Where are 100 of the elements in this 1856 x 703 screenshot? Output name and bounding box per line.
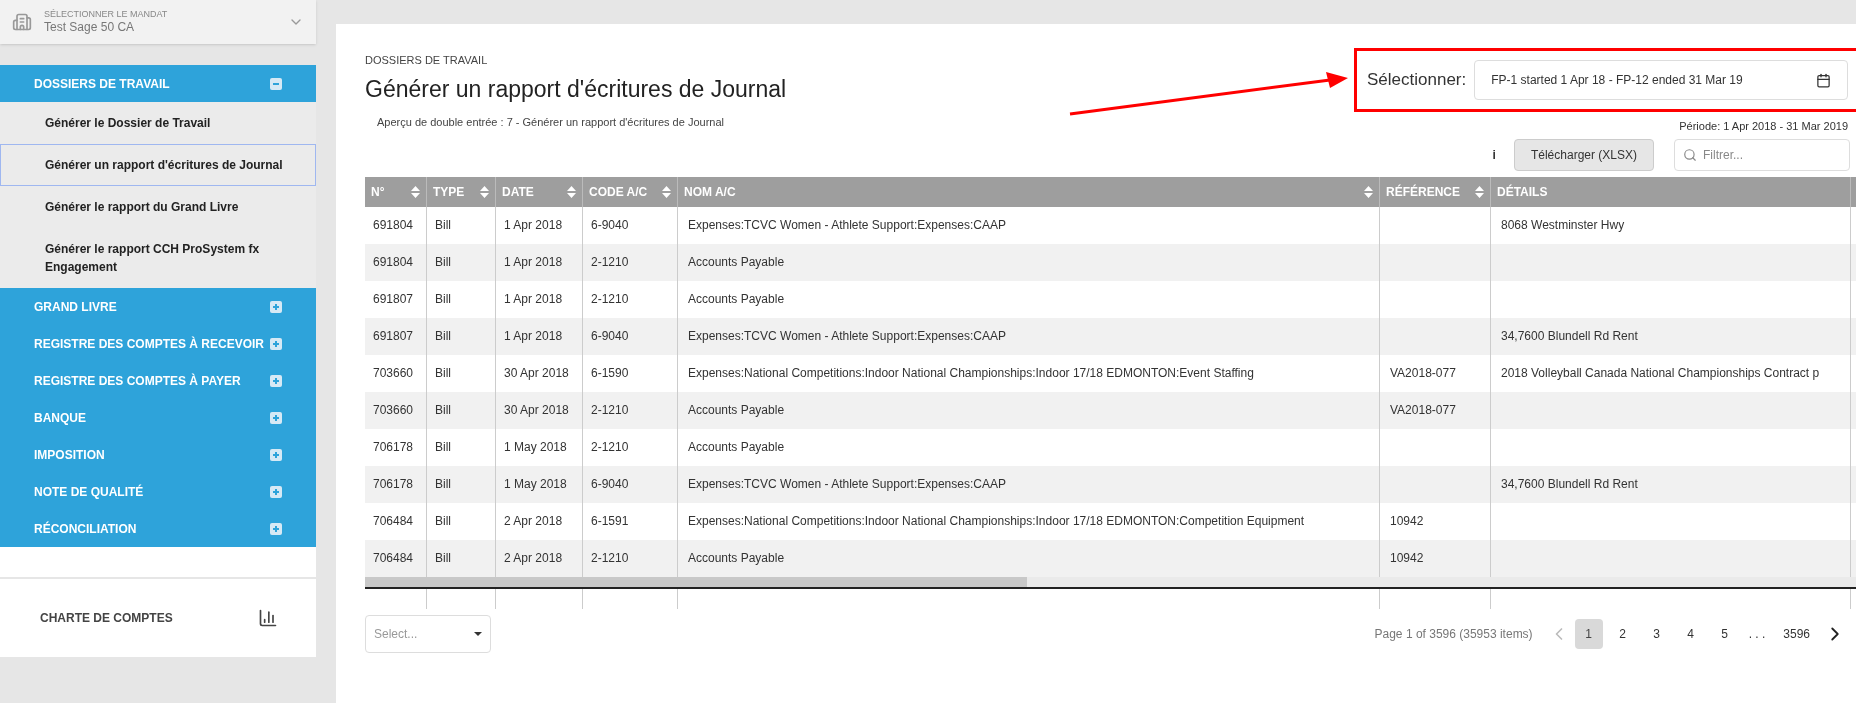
expand-icon[interactable] — [270, 448, 282, 461]
table-cell-text: 703660 — [373, 402, 414, 419]
sort-icon[interactable] — [411, 185, 420, 198]
nav-section[interactable]: REGISTRE DES COMPTES À RECEVOIR — [0, 325, 316, 362]
period-selector[interactable]: FP-1 started 1 Apr 18 - FP-12 ended 31 Mar 19 — [1474, 60, 1848, 100]
table-cell-text: 706178 — [373, 439, 414, 456]
download-button[interactable]: Télécharger (XLSX) — [1513, 138, 1654, 171]
table-cell-text: 34,7600 Blundell Rd Rent — [1501, 328, 1638, 345]
column-header[interactable]: RÉFÉRENCE — [1380, 176, 1491, 207]
sort-icon[interactable] — [1364, 185, 1373, 198]
table-cell-text: 1 May 2018 — [504, 439, 567, 456]
table-cell-text: Bill — [435, 402, 451, 419]
page-ellipsis: . . . — [1747, 625, 1767, 643]
table-cell-text: 706484 — [373, 550, 414, 567]
page-button[interactable]: 3596 — [1775, 618, 1818, 649]
table-cell-text: 703660 — [373, 365, 414, 382]
horizontal-scrollbar[interactable] — [365, 576, 1856, 587]
collapse-icon[interactable] — [270, 77, 282, 90]
table-cell-text: 6-9040 — [591, 476, 629, 493]
table-cell-text: 2-1210 — [591, 291, 629, 308]
table-cell-text: VA2018-077 — [1390, 365, 1456, 382]
table-cell-text: 1 Apr 2018 — [504, 328, 563, 345]
table-cell-text: Expenses:TCVC Women - Athlete Support:Expenses:CAAP — [688, 328, 1006, 345]
table-cell-text: 691804 — [373, 254, 414, 271]
nav-section[interactable]: GRAND LIVRE — [0, 288, 316, 325]
expand-icon[interactable] — [270, 411, 282, 424]
nav-section[interactable]: DOSSIERS DE TRAVAIL — [0, 65, 316, 102]
column-header[interactable]: N° — [365, 176, 427, 207]
table-cell-text: Bill — [435, 254, 451, 271]
table-cell-text: 2 Apr 2018 — [504, 550, 563, 567]
sort-icon[interactable] — [567, 185, 576, 198]
table-cell-text: 8068 Westminster Hwy — [1501, 217, 1625, 234]
table-cell-text: 1 May 2018 — [504, 476, 567, 493]
expand-icon[interactable] — [270, 374, 282, 387]
mandate-value: Test Sage 50 CA — [44, 20, 136, 36]
info-icon[interactable]: i — [1492, 145, 1496, 164]
page-button[interactable]: 4 — [1676, 618, 1705, 649]
table-cell-text: Bill — [435, 365, 451, 382]
table-cell-text: 6-9040 — [591, 217, 629, 234]
table-cell-text: 691804 — [373, 217, 414, 234]
table-cell-text: Expenses:TCVC Women - Athlete Support:Expenses:CAAP — [688, 217, 1006, 234]
table-cell-text: 2-1210 — [591, 402, 629, 419]
page-title: Générer un rapport d'écritures de Journal — [365, 74, 787, 104]
column-header[interactable]: TYPE — [427, 176, 496, 207]
expand-icon[interactable] — [270, 337, 282, 350]
expand-icon[interactable] — [270, 485, 282, 498]
search-icon — [1683, 147, 1697, 162]
table-cell-text: Bill — [435, 439, 451, 456]
table-cell-text: Bill — [435, 328, 451, 345]
table-cell-text: 706178 — [373, 476, 414, 493]
table-cell-text: 2-1210 — [591, 254, 629, 271]
page-subtitle: Aperçu de double entrée : 7 - Générer un rapport d'écritures de Journal — [377, 115, 725, 130]
table-cell-text: 6-1590 — [591, 365, 629, 382]
table-cell-text: Expenses:National Competitions:Indoor National Championships:Indoor 17/18 EDMONTON:Competition Equipment — [688, 513, 1305, 530]
nav-item[interactable]: Générer un rapport d'écritures de Journal — [0, 144, 316, 186]
table-cell-text: Expenses:National Competitions:Indoor National Championships:Indoor 17/18 EDMONTON:Event Staffing — [688, 365, 1254, 382]
table-cell-text: Accounts Payable — [688, 254, 785, 271]
column-header[interactable]: CODE A/C — [583, 176, 678, 207]
page-button[interactable]: 3 — [1642, 618, 1671, 649]
nav-item[interactable]: Générer le Dossier de Travail — [0, 102, 316, 144]
nav-section[interactable]: IMPOSITION — [0, 436, 316, 473]
bar-chart-icon — [258, 608, 278, 628]
sort-icon[interactable] — [662, 185, 671, 198]
table-cell-text: 691807 — [373, 328, 414, 345]
column-header[interactable]: NOM A/C — [678, 176, 1380, 207]
table-cell-text: 34,7600 Blundell Rd Rent — [1501, 476, 1638, 493]
chart-of-accounts-link[interactable]: CHARTE DE COMPTES — [0, 579, 316, 657]
table-cell-text: 30 Apr 2018 — [504, 402, 569, 419]
table-cell-text: Accounts Payable — [688, 291, 785, 308]
caret-icon — [474, 631, 482, 636]
nav-section[interactable]: BANQUE — [0, 399, 316, 436]
page-button[interactable]: 1 — [1574, 618, 1603, 649]
page-button[interactable]: 5 — [1710, 618, 1739, 649]
table-cell-text: Accounts Payable — [688, 402, 785, 419]
column-header[interactable]: DÉTAILS — [1491, 176, 1851, 207]
page-button[interactable]: 2 — [1608, 618, 1637, 649]
calendar-icon — [1816, 72, 1831, 88]
column-header[interactable]: DATE — [496, 176, 583, 207]
page-size-select[interactable]: Select... — [365, 614, 491, 653]
nav-section[interactable]: NOTE DE QUALITÉ — [0, 473, 316, 510]
table-cell-text: 1 Apr 2018 — [504, 217, 563, 234]
nav-section[interactable]: REGISTRE DES COMPTES À PAYER — [0, 362, 316, 399]
mandate-label: SÉLECTIONNER LE MANDAT — [44, 8, 169, 21]
table-cell-text: Accounts Payable — [688, 550, 785, 567]
breadcrumb: DOSSIERS DE TRAVAIL — [365, 53, 489, 68]
table-cell-text: 1 Apr 2018 — [504, 291, 563, 308]
table-cell-text: 10942 — [1390, 513, 1424, 530]
nav-section[interactable]: RÉCONCILIATION — [0, 510, 316, 547]
pagination-summary: Page 1 of 3596 (35953 items) — [1374, 625, 1533, 643]
mandate-selector[interactable]: SÉLECTIONNER LE MANDAT Test Sage 50 CA — [0, 0, 316, 44]
table-cell-text: 2-1210 — [591, 550, 629, 567]
nav-item[interactable]: Générer le rapport du Grand Livre — [0, 186, 316, 228]
table-cell-text: Accounts Payable — [688, 439, 785, 456]
sort-icon[interactable] — [480, 185, 489, 198]
nav-item[interactable]: Générer le rapport CCH ProSystem fx Engagement — [0, 228, 316, 288]
expand-icon[interactable] — [270, 300, 282, 313]
expand-icon[interactable] — [270, 522, 282, 535]
sort-icon[interactable] — [1475, 185, 1484, 198]
table-cell-text: 1 Apr 2018 — [504, 254, 563, 271]
filter-field[interactable]: Filtrer... — [1674, 138, 1850, 171]
